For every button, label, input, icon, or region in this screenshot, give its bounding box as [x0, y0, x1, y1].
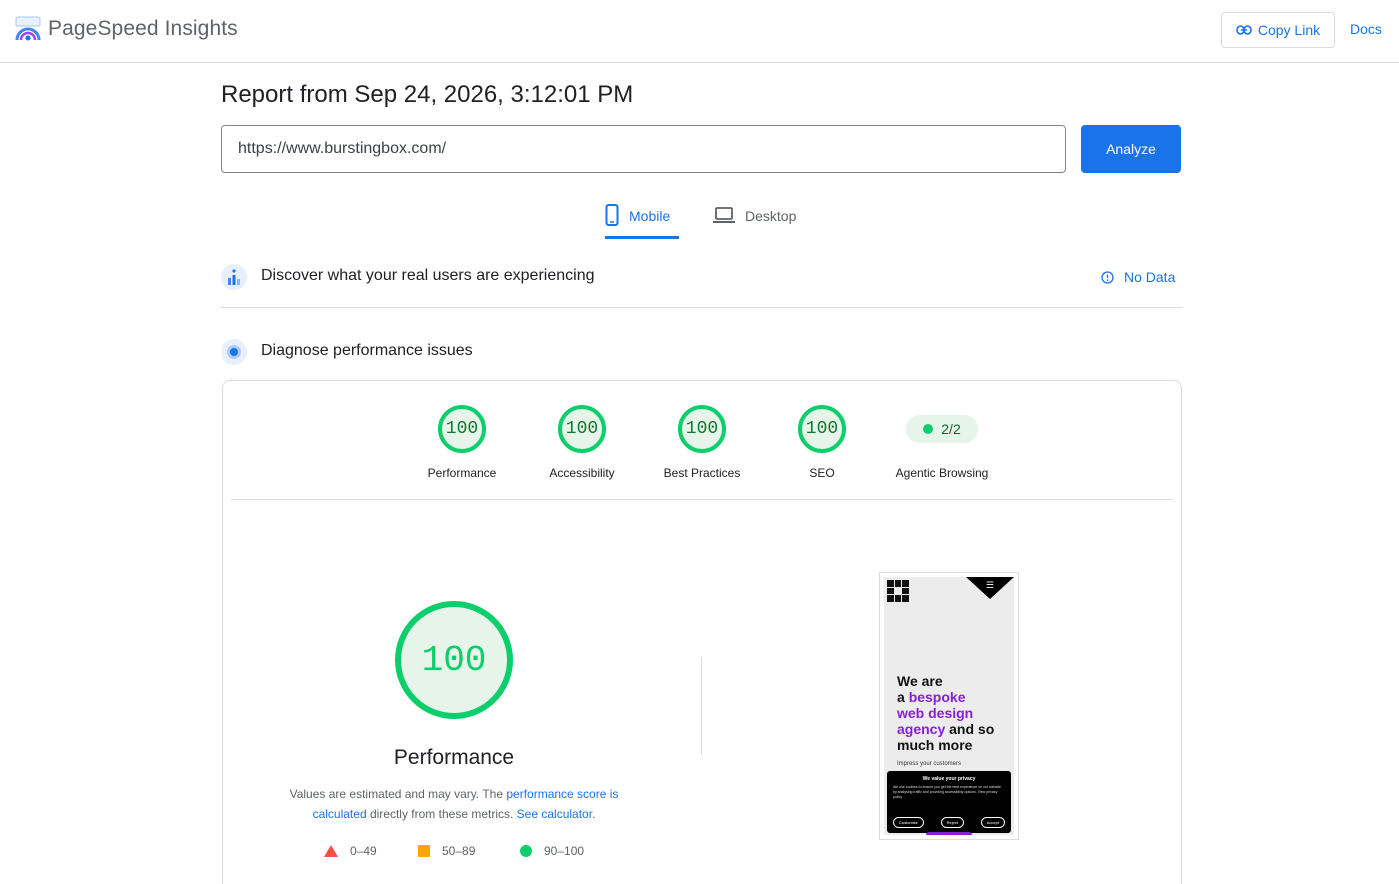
final-screenshot[interactable]: ☰ We are a bespoke web design agency and…	[879, 572, 1019, 840]
diagnose-section-title: Diagnose performance issues	[261, 342, 473, 359]
laptop-icon	[713, 207, 735, 223]
purple-bar	[926, 832, 972, 835]
performance-main-score: 100	[421, 639, 487, 681]
lab-data-icon	[221, 339, 247, 365]
legend-pass-range: 90–100	[544, 844, 585, 858]
circle-icon	[520, 845, 532, 857]
info-icon	[1101, 270, 1114, 284]
seo-category-label: SEO	[809, 466, 835, 480]
hero-line: and so	[945, 721, 995, 737]
cookie-buttons: Customise Reject Accept	[893, 817, 1005, 828]
site-logo-icon	[887, 580, 909, 602]
hamburger-menu-icon: ☰	[985, 581, 994, 591]
accessibility-gauge[interactable]: 100	[557, 404, 607, 454]
no-data-indicator[interactable]: No Data	[1101, 269, 1175, 285]
card-divider	[231, 499, 1173, 500]
cookie-accept-button: Accept	[980, 817, 1005, 828]
hero-line: much more	[897, 737, 973, 753]
hero-highlight: bespoke	[908, 689, 966, 705]
report-title: Report from Sep 24, 2026, 3:12:01 PM	[221, 81, 634, 108]
agentic-browsing-badge[interactable]: 2/2	[906, 415, 978, 443]
hero-line: a	[897, 689, 909, 705]
best-practices-gauge[interactable]: 100	[677, 404, 727, 454]
cookie-title: We value your privacy	[922, 776, 976, 782]
pagespeed-logo-icon[interactable]	[14, 16, 42, 42]
note-text: directly from these metrics.	[366, 807, 517, 821]
tab-mobile-label: Mobile	[629, 208, 671, 224]
seo-gauge[interactable]: 100	[797, 404, 847, 454]
best-practices-category-label: Best Practices	[663, 466, 741, 480]
best-practices-score: 100	[685, 419, 719, 439]
agentic-browsing-category-label: Agentic Browsing	[895, 466, 989, 480]
accessibility-category-label: Accessibility	[549, 466, 615, 480]
docs-link[interactable]: Docs	[1350, 21, 1382, 37]
tab-mobile[interactable]: Mobile	[605, 198, 679, 239]
top-bar: PageSpeed Insights Copy Link Docs	[0, 0, 1399, 63]
see-calculator-link[interactable]: See calculator	[517, 807, 592, 821]
url-input[interactable]	[221, 125, 1066, 173]
legend-fail-range: 0–49	[350, 844, 377, 858]
performance-category-label: Performance	[427, 466, 497, 480]
legend-average-range: 50–89	[442, 844, 476, 858]
copy-link-button[interactable]: Copy Link	[1221, 12, 1335, 48]
section-divider	[221, 307, 1182, 308]
crux-section-title: Discover what your real users are experi…	[261, 267, 595, 284]
performance-note: Values are estimated and may vary. The p…	[268, 784, 640, 824]
legend-fail: 0–49	[324, 844, 377, 858]
link-icon	[1236, 25, 1252, 35]
cookie-banner: We value your privacy We use cookies to …	[887, 771, 1011, 833]
performance-main-gauge: 100	[394, 600, 514, 720]
hero-highlight: agency	[897, 721, 946, 737]
cookie-body: We use cookies to ensure you get the bes…	[893, 785, 1001, 799]
cookie-reject-button: Reject	[940, 817, 964, 828]
analyze-button[interactable]: Analyze	[1081, 125, 1181, 173]
no-data-label: No Data	[1124, 269, 1176, 285]
legend-average: 50–89	[418, 844, 475, 858]
cookie-customise-button: Customise	[893, 817, 924, 828]
accessibility-score: 100	[565, 419, 599, 439]
hero-line: We are	[897, 673, 943, 689]
screenshot-canvas: ☰ We are a bespoke web design agency and…	[884, 577, 1014, 835]
tab-desktop-label: Desktop	[745, 208, 797, 224]
triangle-icon	[324, 845, 338, 857]
app-title: PageSpeed Insights	[48, 17, 238, 40]
pass-dot-icon	[923, 424, 934, 434]
smartphone-icon	[605, 204, 619, 226]
note-text: Values are estimated and may vary. The	[289, 787, 507, 801]
hero-highlight: web design	[897, 705, 974, 721]
note-text: .	[592, 807, 596, 821]
legend-pass: 90–100	[520, 844, 584, 858]
performance-score: 100	[445, 419, 479, 439]
agentic-browsing-score: 2/2	[941, 421, 961, 437]
vertical-separator	[701, 657, 702, 755]
square-icon	[418, 845, 430, 857]
tab-desktop[interactable]: Desktop	[713, 198, 803, 239]
performance-heading: Performance	[393, 746, 515, 769]
site-tagline: Impress your customers	[897, 761, 962, 767]
field-data-icon	[221, 264, 247, 290]
copy-link-label: Copy Link	[1257, 22, 1321, 38]
site-hero-heading: We are a bespoke web design agency and s…	[897, 673, 1012, 753]
seo-score: 100	[805, 419, 839, 439]
performance-gauge[interactable]: 100	[437, 404, 487, 454]
